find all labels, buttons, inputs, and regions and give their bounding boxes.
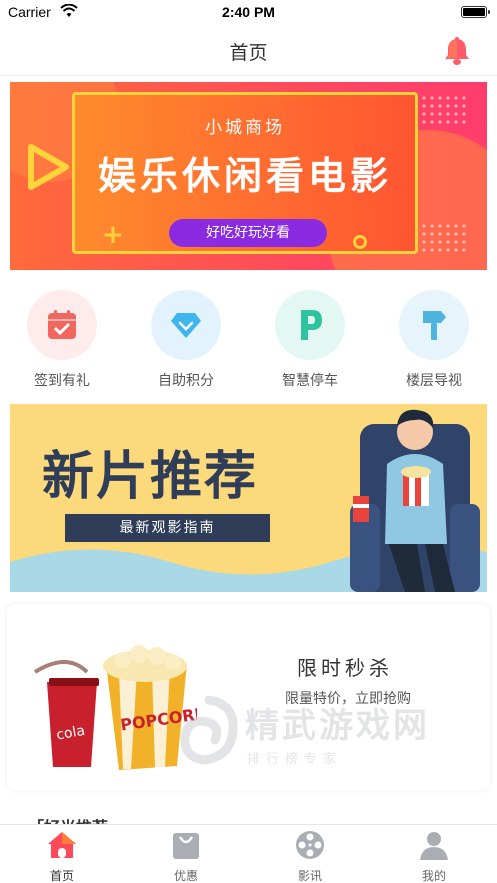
watermark-logo-icon: [180, 696, 238, 765]
signpost-icon: [399, 290, 469, 360]
movie-banner-tagline: 最新观影指南: [65, 514, 270, 542]
nav-bar: 首页: [0, 26, 497, 76]
tab-profile[interactable]: 我的: [399, 829, 469, 883]
section-heading: 「好光推荐: [28, 814, 108, 824]
diamond-icon: [151, 290, 221, 360]
play-triangle-icon: [28, 144, 69, 190]
watermark-slogan: 排行榜专家: [247, 752, 343, 767]
banner-frame: 小城商场 娱乐休闲看电影 好吃好玩好看: [72, 92, 418, 254]
clock: 2:40 PM: [222, 4, 275, 20]
movie-banner-headline: 新片推荐: [42, 447, 259, 507]
flash-sale-title: 限时秒杀: [297, 656, 393, 680]
watermark: 精武游戏网 排行榜专家: [177, 692, 487, 782]
banner-button[interactable]: 好吃好玩好看: [169, 219, 327, 247]
watermark-brand: 精武游戏网: [245, 706, 430, 746]
tab-label: 我的: [421, 869, 446, 883]
banner-subtitle: 小城商场: [205, 118, 285, 138]
tab-movies[interactable]: 影讯: [275, 829, 345, 883]
person-in-cinema-seat-illustration: [350, 409, 480, 592]
page-title: 首页: [229, 42, 268, 64]
tab-bar: 首页 优惠 影讯 我的: [0, 824, 497, 883]
ring-decoration: [353, 235, 367, 249]
menu-item-checkin[interactable]: 签到有礼: [12, 290, 112, 390]
menu-item-points[interactable]: 自助积分: [136, 290, 236, 390]
app-screen: Carrier 2:40 PM 首页 小城商场 娱乐休闲看电影 好吃好玩好看 +…: [0, 0, 497, 883]
popcorn-and-cola-image: cola POPCORN: [33, 645, 197, 770]
flash-sale-card[interactable]: cola POPCORN 限时秒杀 限量特价，立即抢购 精武游戏网 排行榜专家: [7, 604, 490, 790]
bell-icon[interactable]: [443, 36, 471, 66]
home-icon: [48, 832, 76, 858]
menu-item-label: 智慧停车: [282, 373, 338, 389]
tab-label: 影讯: [297, 869, 322, 883]
menu-item-label: 自助积分: [158, 373, 214, 389]
tab-offers[interactable]: 优惠: [151, 829, 221, 883]
banner-headline: 娱乐休闲看电影: [97, 154, 392, 198]
tab-home[interactable]: 首页: [27, 829, 97, 883]
home-content[interactable]: 小城商场 娱乐休闲看电影 好吃好玩好看 + 签到有礼 自助积分 智慧停车 楼层导…: [0, 76, 497, 824]
battery-icon: [461, 6, 490, 18]
quick-menu: 签到有礼 自助积分 智慧停车 楼层导视: [0, 290, 497, 390]
status-bar: Carrier 2:40 PM: [0, 0, 497, 26]
banner-dots: [420, 94, 470, 124]
menu-item-parking[interactable]: 智慧停车: [260, 290, 360, 390]
plus-decoration-icon: +: [102, 220, 124, 250]
menu-item-label: 签到有礼: [34, 373, 90, 389]
menu-item-floor-guide[interactable]: 楼层导视: [384, 290, 484, 390]
promo-banner[interactable]: 小城商场 娱乐休闲看电影 好吃好玩好看 +: [10, 82, 487, 270]
parking-icon: [275, 290, 345, 360]
menu-item-label: 楼层导视: [406, 373, 462, 389]
shopping-bag-icon: [173, 833, 199, 859]
film-reel-icon: [296, 831, 324, 859]
calendar-check-icon: [27, 290, 97, 360]
user-icon: [420, 832, 448, 860]
new-movie-banner[interactable]: 新片推荐 最新观影指南: [10, 404, 487, 592]
banner-dots: [420, 222, 470, 252]
tab-label: 首页: [49, 869, 74, 883]
tab-label: 优惠: [173, 869, 198, 883]
